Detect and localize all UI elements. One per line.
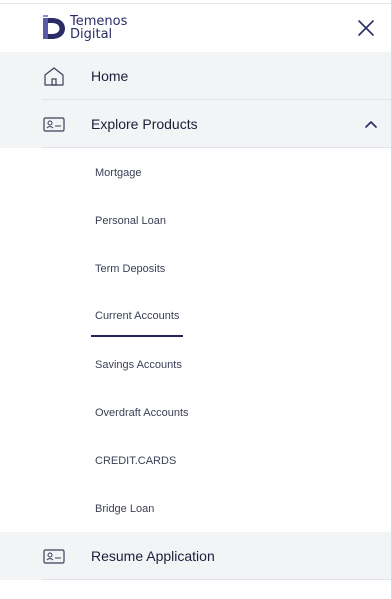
product-current-accounts[interactable]: Current Accounts (95, 306, 179, 326)
selected-item-underline (91, 335, 183, 337)
products-submenu: Mortgage Personal Loan Term Deposits Cur… (0, 148, 391, 532)
product-overdraft-accounts[interactable]: Overdraft Accounts (95, 403, 189, 423)
product-bridge-loan[interactable]: Bridge Loan (95, 499, 154, 519)
product-savings-accounts[interactable]: Savings Accounts (95, 355, 182, 375)
product-mortgage[interactable]: Mortgage (95, 163, 141, 183)
home-icon (44, 67, 64, 86)
temenos-logo-icon (43, 15, 65, 39)
menu-item-explore-label: Explore Products (91, 116, 198, 132)
menu-item-explore-products[interactable]: Explore Products (0, 100, 391, 148)
temenos-digital-logo[interactable]: Temenos Digital (42, 14, 127, 42)
id-card-icon (43, 549, 65, 564)
logo-wordmark: Temenos Digital (70, 15, 127, 41)
chevron-up-icon[interactable] (364, 118, 378, 130)
product-credit-cards[interactable]: CREDIT.CARDS (95, 451, 176, 471)
product-personal-loan[interactable]: Personal Loan (95, 211, 166, 231)
drawer-header: Temenos Digital (0, 0, 391, 52)
divider (42, 579, 391, 580)
menu-item-resume-application[interactable]: Resume Application (0, 532, 391, 580)
menu-item-resume-label: Resume Application (91, 548, 215, 564)
header-top-border (0, 3, 391, 4)
logo-line-2: Digital (70, 27, 113, 42)
menu-item-home-label: Home (91, 68, 129, 84)
menu-item-home[interactable]: Home (0, 52, 391, 100)
product-term-deposits[interactable]: Term Deposits (95, 259, 165, 279)
id-card-icon (43, 117, 65, 132)
navigation-drawer: Temenos Digital Home Explore Products Mo… (0, 0, 392, 599)
close-icon[interactable] (356, 18, 376, 38)
